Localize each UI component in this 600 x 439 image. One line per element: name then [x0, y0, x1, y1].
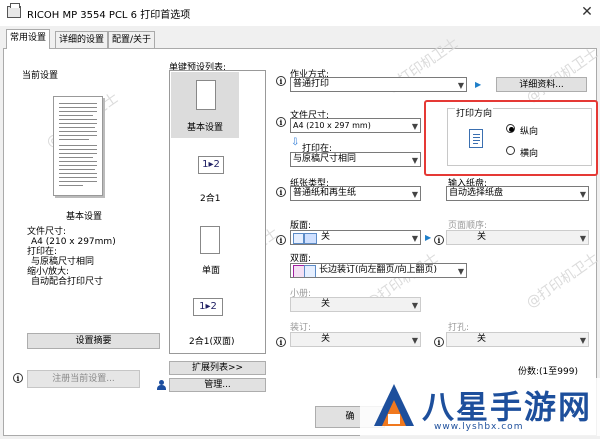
info-icon: i — [434, 235, 444, 245]
page-order-value: 关 — [477, 232, 487, 242]
current-settings-label: 当前设置 — [22, 71, 59, 81]
info-icon: i — [434, 337, 444, 347]
site-logo: 八星手游网 www.lyshbx.com — [360, 378, 600, 436]
summary-printon-label: 打印在: — [27, 247, 58, 257]
document-preview — [53, 96, 103, 196]
info-icon: i — [276, 76, 286, 86]
play-arrow-icon: ▶ — [475, 80, 482, 89]
page-thumbnail-icon — [196, 80, 216, 110]
input-tray-value: 自动选择纸盘 — [449, 188, 504, 198]
preset-name: 基本设置 — [66, 212, 103, 222]
chevron-down-icon: ▼ — [411, 234, 418, 243]
chevron-down-icon: ▼ — [411, 190, 418, 199]
paper-size-value: A4 (210 x 297 mm) — [293, 121, 371, 130]
summary-size-label: 文件尺寸: — [27, 227, 67, 237]
play-arrow-icon: ▶ — [425, 233, 432, 242]
chevron-down-icon: ▼ — [411, 301, 418, 310]
highlight-box — [424, 100, 598, 176]
duplex-value: 长边装订(向左翻页/向上翻页) — [319, 265, 438, 275]
chevron-down-icon: ▼ — [457, 267, 464, 276]
staple-select[interactable]: 关 ▼ — [290, 332, 421, 347]
two-in-one-icon: 1▸2 — [198, 156, 224, 174]
summary-scale-label: 缩小/放大: — [27, 267, 70, 277]
booklet-value: 关 — [321, 299, 331, 309]
paper-size-select[interactable]: A4 (210 x 297 mm) ▼ — [290, 118, 421, 133]
print-on-value: 与原稿尺寸相同 — [293, 154, 357, 164]
manage-button[interactable]: 管理... — [169, 378, 266, 392]
single-side-icon — [200, 226, 220, 254]
details-button[interactable]: 详细资料... — [496, 77, 587, 92]
summary-printon-value: 与原稿尺寸相同 — [31, 257, 95, 267]
two-in-one-duplex-icon: 1▸2 — [193, 298, 223, 316]
duplex-page-icon — [304, 265, 316, 277]
preset-item-single[interactable]: 单面 — [202, 263, 220, 276]
job-type-select[interactable]: 普通打印 ▼ — [290, 77, 467, 92]
cover-value: 关 — [321, 232, 331, 242]
print-on-select[interactable]: 与原稿尺寸相同 ▼ — [290, 152, 421, 167]
chevron-down-icon: ▼ — [579, 190, 586, 199]
register-settings-button[interactable]: 注册当前设置... — [27, 370, 140, 388]
info-icon: i — [276, 187, 286, 197]
preset-item-2in1[interactable]: 2合1 — [200, 191, 220, 204]
printer-icon — [7, 3, 21, 18]
close-icon[interactable]: ✕ — [578, 3, 596, 21]
tab-general[interactable]: 常用设置 — [6, 29, 51, 49]
summary-size-value: A4 (210 x 297mm) — [31, 237, 116, 247]
input-tray-select[interactable]: 自动选择纸盘 ▼ — [446, 186, 589, 201]
cover-select[interactable]: 关 ▼ — [290, 230, 421, 245]
summary-scale-value: 自动配合打印尺寸 — [31, 277, 104, 287]
page-icon — [293, 233, 304, 244]
chevron-down-icon: ▼ — [411, 122, 418, 131]
preset-item-2in1-duplex[interactable]: 2合1(双面) — [189, 334, 234, 347]
down-arrow-icon: ⇩ — [291, 137, 300, 148]
copies-label: 份数:(1至999) — [518, 367, 578, 377]
staple-value: 关 — [321, 334, 331, 344]
tab-detailed[interactable]: 详细的设置 — [55, 31, 109, 48]
expand-list-button[interactable]: 扩展列表>> — [169, 361, 266, 375]
settings-summary-button[interactable]: 设置摘要 — [27, 333, 160, 349]
window-title: RICOH MP 3554 PCL 6 打印首选项 — [27, 10, 191, 21]
duplex-select[interactable]: 长边装订(向左翻页/向上翻页) ▼ — [290, 263, 467, 278]
info-icon: i — [13, 373, 23, 383]
info-icon: i — [276, 235, 286, 245]
info-icon: i — [276, 337, 286, 347]
logo-url: www.lyshbx.com — [434, 422, 524, 432]
punch-value: 关 — [477, 334, 487, 344]
tab-config-about[interactable]: 配置/关于 — [108, 31, 156, 48]
punch-select[interactable]: 关 ▼ — [446, 332, 589, 347]
page-order-select[interactable]: 关 ▼ — [446, 230, 589, 245]
info-icon: i — [276, 117, 286, 127]
page-icon — [304, 233, 317, 244]
title-bar: RICOH MP 3554 PCL 6 打印首选项 ✕ — [0, 0, 600, 26]
chevron-down-icon: ▼ — [457, 81, 464, 90]
paper-type-select[interactable]: 普通纸和再生纸 ▼ — [290, 186, 421, 201]
user-icon — [157, 380, 166, 390]
paper-type-value: 普通纸和再生纸 — [293, 188, 357, 198]
chevron-down-icon: ▼ — [411, 156, 418, 165]
chevron-down-icon: ▼ — [579, 234, 586, 243]
chevron-down-icon: ▼ — [579, 336, 586, 345]
booklet-select[interactable]: 关 ▼ — [290, 297, 421, 312]
preset-item-basic[interactable]: 基本设置 — [187, 120, 223, 133]
chevron-down-icon: ▼ — [411, 336, 418, 345]
job-type-value: 普通打印 — [293, 79, 330, 89]
